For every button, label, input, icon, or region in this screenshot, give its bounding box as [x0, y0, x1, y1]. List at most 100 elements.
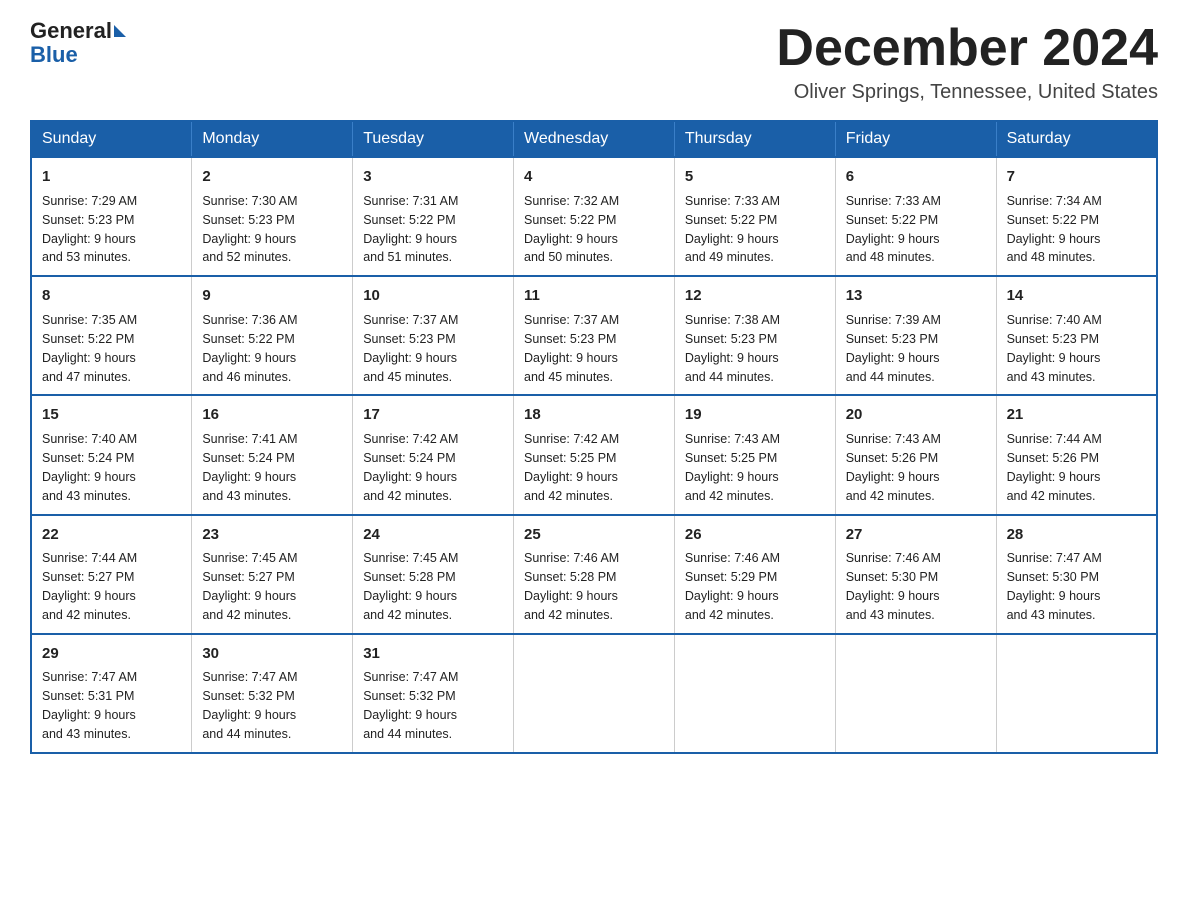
day-number: 24	[363, 524, 503, 546]
calendar-day-cell: 14 Sunrise: 7:40 AMSunset: 5:23 PMDaylig…	[996, 276, 1157, 395]
calendar-week-row: 22 Sunrise: 7:44 AMSunset: 5:27 PMDaylig…	[31, 515, 1157, 634]
weekday-header-saturday: Saturday	[996, 121, 1157, 157]
calendar-week-row: 15 Sunrise: 7:40 AMSunset: 5:24 PMDaylig…	[31, 395, 1157, 514]
day-number: 21	[1007, 404, 1146, 426]
day-info: Sunrise: 7:43 AMSunset: 5:25 PMDaylight:…	[685, 432, 780, 503]
day-number: 9	[202, 285, 342, 307]
day-number: 8	[42, 285, 181, 307]
weekday-header-sunday: Sunday	[31, 121, 192, 157]
day-number: 14	[1007, 285, 1146, 307]
day-number: 1	[42, 166, 181, 188]
calendar-day-cell: 21 Sunrise: 7:44 AMSunset: 5:26 PMDaylig…	[996, 395, 1157, 514]
day-info: Sunrise: 7:29 AMSunset: 5:23 PMDaylight:…	[42, 194, 137, 265]
day-info: Sunrise: 7:38 AMSunset: 5:23 PMDaylight:…	[685, 313, 780, 384]
page-header: General Blue December 2024 Oliver Spring…	[30, 20, 1158, 104]
calendar-day-cell: 4 Sunrise: 7:32 AMSunset: 5:22 PMDayligh…	[514, 157, 675, 276]
day-info: Sunrise: 7:30 AMSunset: 5:23 PMDaylight:…	[202, 194, 297, 265]
calendar-day-cell: 5 Sunrise: 7:33 AMSunset: 5:22 PMDayligh…	[674, 157, 835, 276]
day-number: 4	[524, 166, 664, 188]
weekday-header-friday: Friday	[835, 121, 996, 157]
day-info: Sunrise: 7:32 AMSunset: 5:22 PMDaylight:…	[524, 194, 619, 265]
weekday-header-row: SundayMondayTuesdayWednesdayThursdayFrid…	[31, 121, 1157, 157]
weekday-header-thursday: Thursday	[674, 121, 835, 157]
calendar-day-cell: 20 Sunrise: 7:43 AMSunset: 5:26 PMDaylig…	[835, 395, 996, 514]
calendar-week-row: 29 Sunrise: 7:47 AMSunset: 5:31 PMDaylig…	[31, 634, 1157, 753]
day-info: Sunrise: 7:46 AMSunset: 5:28 PMDaylight:…	[524, 551, 619, 622]
day-info: Sunrise: 7:37 AMSunset: 5:23 PMDaylight:…	[524, 313, 619, 384]
title-block: December 2024 Oliver Springs, Tennessee,…	[776, 20, 1158, 104]
logo-general-text: General	[30, 20, 112, 42]
day-info: Sunrise: 7:36 AMSunset: 5:22 PMDaylight:…	[202, 313, 297, 384]
day-number: 31	[363, 643, 503, 665]
calendar-day-cell: 9 Sunrise: 7:36 AMSunset: 5:22 PMDayligh…	[192, 276, 353, 395]
day-info: Sunrise: 7:42 AMSunset: 5:24 PMDaylight:…	[363, 432, 458, 503]
weekday-header-tuesday: Tuesday	[353, 121, 514, 157]
day-info: Sunrise: 7:47 AMSunset: 5:32 PMDaylight:…	[202, 670, 297, 741]
day-number: 10	[363, 285, 503, 307]
calendar-week-row: 1 Sunrise: 7:29 AMSunset: 5:23 PMDayligh…	[31, 157, 1157, 276]
day-info: Sunrise: 7:33 AMSunset: 5:22 PMDaylight:…	[685, 194, 780, 265]
day-info: Sunrise: 7:44 AMSunset: 5:27 PMDaylight:…	[42, 551, 137, 622]
calendar-day-cell: 19 Sunrise: 7:43 AMSunset: 5:25 PMDaylig…	[674, 395, 835, 514]
calendar-day-cell: 13 Sunrise: 7:39 AMSunset: 5:23 PMDaylig…	[835, 276, 996, 395]
day-number: 26	[685, 524, 825, 546]
day-info: Sunrise: 7:37 AMSunset: 5:23 PMDaylight:…	[363, 313, 458, 384]
day-number: 18	[524, 404, 664, 426]
day-info: Sunrise: 7:35 AMSunset: 5:22 PMDaylight:…	[42, 313, 137, 384]
day-number: 19	[685, 404, 825, 426]
day-info: Sunrise: 7:42 AMSunset: 5:25 PMDaylight:…	[524, 432, 619, 503]
calendar-day-cell: 8 Sunrise: 7:35 AMSunset: 5:22 PMDayligh…	[31, 276, 192, 395]
calendar-empty-cell	[674, 634, 835, 753]
day-number: 5	[685, 166, 825, 188]
weekday-header-wednesday: Wednesday	[514, 121, 675, 157]
day-number: 2	[202, 166, 342, 188]
calendar-day-cell: 17 Sunrise: 7:42 AMSunset: 5:24 PMDaylig…	[353, 395, 514, 514]
calendar-day-cell: 1 Sunrise: 7:29 AMSunset: 5:23 PMDayligh…	[31, 157, 192, 276]
day-number: 23	[202, 524, 342, 546]
day-number: 20	[846, 404, 986, 426]
day-info: Sunrise: 7:39 AMSunset: 5:23 PMDaylight:…	[846, 313, 941, 384]
day-number: 25	[524, 524, 664, 546]
day-info: Sunrise: 7:34 AMSunset: 5:22 PMDaylight:…	[1007, 194, 1102, 265]
calendar-day-cell: 28 Sunrise: 7:47 AMSunset: 5:30 PMDaylig…	[996, 515, 1157, 634]
calendar-day-cell: 31 Sunrise: 7:47 AMSunset: 5:32 PMDaylig…	[353, 634, 514, 753]
location-title: Oliver Springs, Tennessee, United States	[776, 81, 1158, 104]
calendar-day-cell: 16 Sunrise: 7:41 AMSunset: 5:24 PMDaylig…	[192, 395, 353, 514]
day-info: Sunrise: 7:40 AMSunset: 5:23 PMDaylight:…	[1007, 313, 1102, 384]
calendar-day-cell: 11 Sunrise: 7:37 AMSunset: 5:23 PMDaylig…	[514, 276, 675, 395]
calendar-day-cell: 12 Sunrise: 7:38 AMSunset: 5:23 PMDaylig…	[674, 276, 835, 395]
day-info: Sunrise: 7:46 AMSunset: 5:29 PMDaylight:…	[685, 551, 780, 622]
calendar-day-cell: 23 Sunrise: 7:45 AMSunset: 5:27 PMDaylig…	[192, 515, 353, 634]
calendar-day-cell: 25 Sunrise: 7:46 AMSunset: 5:28 PMDaylig…	[514, 515, 675, 634]
day-number: 29	[42, 643, 181, 665]
logo-arrow-icon	[114, 25, 126, 37]
calendar-day-cell: 27 Sunrise: 7:46 AMSunset: 5:30 PMDaylig…	[835, 515, 996, 634]
calendar-week-row: 8 Sunrise: 7:35 AMSunset: 5:22 PMDayligh…	[31, 276, 1157, 395]
calendar-day-cell: 2 Sunrise: 7:30 AMSunset: 5:23 PMDayligh…	[192, 157, 353, 276]
day-number: 28	[1007, 524, 1146, 546]
day-number: 13	[846, 285, 986, 307]
day-number: 11	[524, 285, 664, 307]
calendar-day-cell: 15 Sunrise: 7:40 AMSunset: 5:24 PMDaylig…	[31, 395, 192, 514]
calendar-day-cell: 30 Sunrise: 7:47 AMSunset: 5:32 PMDaylig…	[192, 634, 353, 753]
day-number: 15	[42, 404, 181, 426]
calendar-day-cell: 24 Sunrise: 7:45 AMSunset: 5:28 PMDaylig…	[353, 515, 514, 634]
day-number: 6	[846, 166, 986, 188]
month-title: December 2024	[776, 20, 1158, 77]
day-number: 16	[202, 404, 342, 426]
calendar-empty-cell	[514, 634, 675, 753]
calendar-day-cell: 10 Sunrise: 7:37 AMSunset: 5:23 PMDaylig…	[353, 276, 514, 395]
logo: General Blue	[30, 20, 128, 68]
calendar-day-cell: 26 Sunrise: 7:46 AMSunset: 5:29 PMDaylig…	[674, 515, 835, 634]
day-info: Sunrise: 7:31 AMSunset: 5:22 PMDaylight:…	[363, 194, 458, 265]
day-number: 12	[685, 285, 825, 307]
calendar-day-cell: 7 Sunrise: 7:34 AMSunset: 5:22 PMDayligh…	[996, 157, 1157, 276]
day-info: Sunrise: 7:33 AMSunset: 5:22 PMDaylight:…	[846, 194, 941, 265]
calendar-table: SundayMondayTuesdayWednesdayThursdayFrid…	[30, 120, 1158, 754]
day-number: 22	[42, 524, 181, 546]
calendar-day-cell: 29 Sunrise: 7:47 AMSunset: 5:31 PMDaylig…	[31, 634, 192, 753]
day-info: Sunrise: 7:40 AMSunset: 5:24 PMDaylight:…	[42, 432, 137, 503]
day-info: Sunrise: 7:47 AMSunset: 5:32 PMDaylight:…	[363, 670, 458, 741]
calendar-day-cell: 18 Sunrise: 7:42 AMSunset: 5:25 PMDaylig…	[514, 395, 675, 514]
day-info: Sunrise: 7:41 AMSunset: 5:24 PMDaylight:…	[202, 432, 297, 503]
